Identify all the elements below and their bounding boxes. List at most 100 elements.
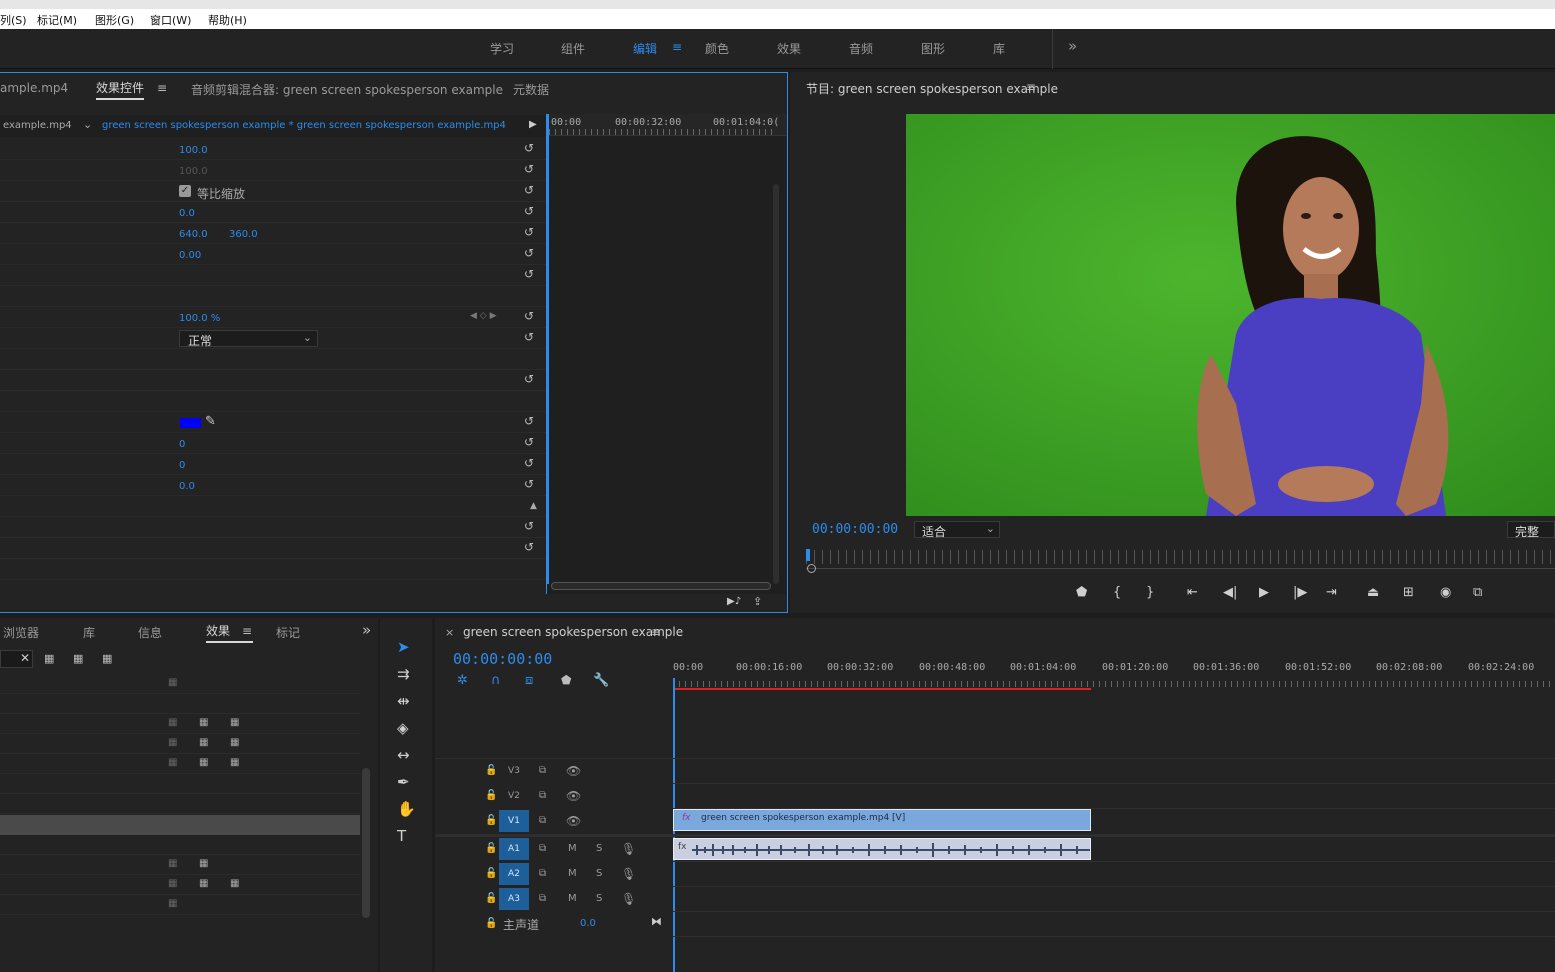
hand-tool-icon[interactable]: ✋	[397, 800, 416, 818]
list-item[interactable]	[0, 835, 360, 855]
sync-lock-icon[interactable]: ⧉	[539, 765, 546, 776]
list-item[interactable]	[0, 794, 360, 814]
keyframe-nav-icon[interactable]: ◀ ◇ ▶	[470, 311, 497, 321]
play-audio-only-icon[interactable]: ▶♪	[727, 596, 741, 607]
reset-icon[interactable]: ↺	[524, 519, 534, 533]
program-playhead[interactable]	[806, 549, 810, 561]
tab-effect-controls[interactable]: 效果控件	[96, 79, 145, 100]
menu-graphics[interactable]: 图形(G)	[95, 12, 134, 28]
play-only-icon[interactable]: ▶	[529, 119, 537, 130]
go-to-end-icon[interactable]: ⧓	[651, 915, 662, 928]
play-icon[interactable]: ▶	[1259, 585, 1269, 600]
linked-selection-icon[interactable]: ⧈	[525, 673, 533, 688]
param-value[interactable]: 0	[179, 439, 185, 450]
opacity-value[interactable]: 100.0 %	[179, 313, 220, 324]
lock-icon[interactable]: 🔓	[485, 918, 497, 929]
export-frame-icon[interactable]: ◉	[1440, 585, 1451, 600]
zoom-handle[interactable]	[807, 564, 816, 573]
panel-menu-icon[interactable]: ≡	[157, 81, 167, 95]
list-item[interactable]: ▦ ▦	[0, 855, 360, 875]
reset-icon[interactable]: ↺	[524, 267, 534, 281]
workspace-libraries[interactable]: 库	[993, 40, 1005, 57]
reset-icon[interactable]: ↺	[524, 183, 534, 197]
workspace-editing[interactable]: 编辑	[633, 40, 657, 57]
resolution-select[interactable]: 完整	[1507, 521, 1555, 539]
program-monitor-title[interactable]: 节目: green screen spokesperson example	[806, 80, 1058, 97]
mute-button[interactable]: M	[568, 843, 577, 854]
audio-clip[interactable]: fx	[673, 838, 1091, 860]
sync-lock-icon[interactable]: ⧉	[539, 815, 546, 826]
lock-icon[interactable]: 🔓	[485, 790, 497, 801]
step-forward-icon[interactable]: |▶	[1293, 585, 1307, 600]
program-zoom-bar[interactable]	[806, 568, 1555, 569]
timeline-timecode[interactable]: 00:00:00:00	[453, 650, 552, 668]
tab-libraries[interactable]: 库	[83, 624, 95, 641]
mute-button[interactable]: M	[568, 893, 577, 904]
workspace-learning[interactable]: 学习	[490, 40, 514, 57]
microphone-icon[interactable]: 🎙	[621, 892, 636, 906]
param-value[interactable]: 0.0	[179, 481, 195, 492]
scroll-up-icon[interactable]: ▲	[530, 501, 537, 511]
effects-list-scrollbar[interactable]	[362, 768, 370, 918]
anti-flicker-value[interactable]: 0.00	[179, 250, 201, 261]
panel-menu-icon[interactable]: ≡	[1026, 80, 1036, 94]
microphone-icon[interactable]: 🎙	[621, 867, 636, 881]
solo-button[interactable]: S	[596, 868, 602, 879]
menu-sequence[interactable]: 列(S)	[0, 12, 27, 28]
track-select-tool-icon[interactable]: ⇉	[397, 665, 410, 683]
list-item[interactable]: ▦	[0, 674, 360, 694]
sync-lock-icon[interactable]: ⧉	[539, 843, 546, 854]
reset-icon[interactable]: ↺	[524, 540, 534, 554]
list-item[interactable]: ▦ ▦ ▦	[0, 734, 360, 754]
add-marker-icon[interactable]: ⬟	[1076, 585, 1087, 600]
reset-icon[interactable]: ↺	[524, 204, 534, 218]
master-volume-value[interactable]: 0.0	[580, 918, 596, 929]
list-item[interactable]	[0, 694, 360, 714]
program-time-ruler[interactable]	[806, 550, 1555, 564]
workspace-graphics[interactable]: 图形	[921, 40, 945, 57]
ec-horizontal-scrollbar[interactable]	[551, 582, 771, 590]
go-to-out-icon[interactable]: ⇥	[1326, 585, 1337, 600]
wrench-icon[interactable]: 🔧	[593, 673, 609, 688]
clear-icon[interactable]: ✕	[20, 651, 30, 665]
uniform-scale-checkbox[interactable]: ✓	[179, 185, 191, 197]
comparison-view-icon[interactable]: ⧉	[1473, 585, 1482, 600]
menu-window[interactable]: 窗口(W)	[150, 12, 191, 28]
tab-source[interactable]: ample.mp4	[0, 81, 68, 95]
program-video-frame[interactable]	[906, 114, 1555, 516]
reset-icon[interactable]: ↺	[524, 309, 534, 323]
track-label-v1[interactable]: V1	[499, 810, 529, 832]
workspace-assembly[interactable]: 组件	[561, 40, 585, 57]
sequence-clip-label[interactable]: green screen spokesperson example * gree…	[102, 120, 506, 131]
sync-lock-icon[interactable]: ⧉	[539, 790, 546, 801]
snap-icon[interactable]: ∩	[491, 673, 501, 688]
track-label-a3[interactable]: A3	[499, 888, 529, 910]
eyedropper-icon[interactable]: ✎	[205, 414, 216, 429]
menu-help[interactable]: 帮助(H)	[208, 12, 247, 28]
type-tool-icon[interactable]: T	[397, 827, 406, 845]
reset-icon[interactable]: ↺	[524, 435, 534, 449]
list-item[interactable]	[0, 774, 360, 794]
reset-icon[interactable]: ↺	[524, 225, 534, 239]
panel-menu-icon[interactable]: ≡	[242, 624, 252, 638]
ec-time-ruler[interactable]: 00:00 00:00:32:00 00:01:04:0(	[547, 114, 787, 136]
workspace-overflow-icon[interactable]: »	[1068, 37, 1077, 55]
eye-icon[interactable]: 👁	[566, 764, 581, 778]
reset-icon[interactable]: ↺	[524, 456, 534, 470]
workspace-menu-icon[interactable]: ≡	[672, 40, 682, 54]
pen-tool-icon[interactable]: ✒	[397, 773, 410, 791]
step-back-icon[interactable]: ◀|	[1223, 585, 1237, 600]
anchor-x-value[interactable]: 640.0	[179, 229, 208, 240]
mark-in-icon[interactable]: {	[1113, 585, 1121, 600]
list-item[interactable]: ▦	[0, 895, 360, 915]
ec-playhead[interactable]	[547, 114, 549, 584]
timeline-ruler[interactable]: 00:00 00:00:16:00 00:00:32:00 00:00:48:0…	[673, 658, 1555, 692]
workspace-audio[interactable]: 音频	[849, 40, 873, 57]
sync-lock-icon[interactable]: ⧉	[539, 893, 546, 904]
reset-icon[interactable]: ↺	[524, 162, 534, 176]
go-to-in-icon[interactable]: ⇤	[1187, 585, 1198, 600]
tab-metadata[interactable]: 元数据	[513, 81, 549, 98]
ec-vertical-scrollbar[interactable]	[773, 184, 779, 584]
lock-icon[interactable]: 🔓	[485, 893, 497, 904]
nest-icon[interactable]: ✲	[457, 673, 468, 688]
